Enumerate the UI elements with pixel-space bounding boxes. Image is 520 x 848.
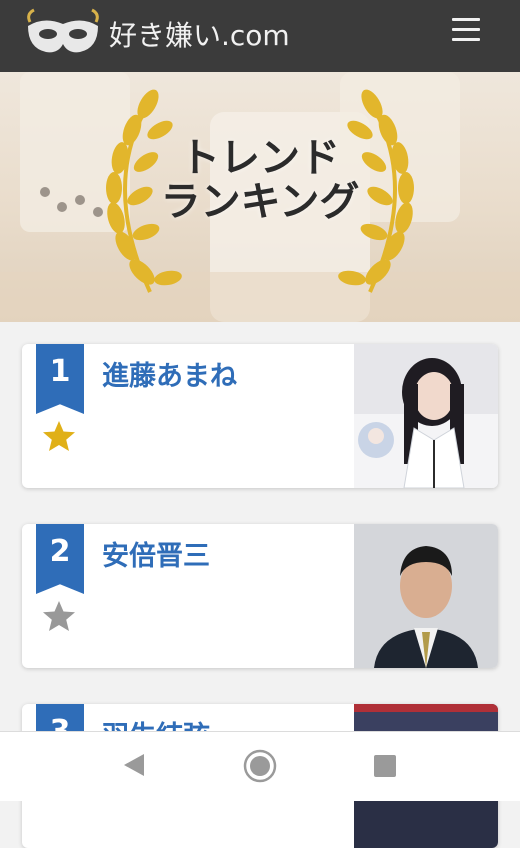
android-nav-bar — [0, 731, 520, 801]
hero-title-line2: ランキング — [160, 179, 360, 225]
home-circle-icon[interactable] — [243, 749, 277, 783]
back-triangle-icon[interactable] — [122, 752, 146, 778]
rank-ribbon: 1 — [36, 344, 84, 414]
rank-ribbon: 2 — [36, 524, 84, 594]
ranking-card-2[interactable]: 2 安倍晋三 — [22, 524, 498, 668]
hero-banner: トレンド ランキング — [0, 72, 520, 322]
hamburger-menu-icon[interactable] — [452, 18, 480, 44]
recents-square-icon[interactable] — [373, 754, 397, 778]
person-photo[interactable] — [354, 524, 498, 668]
ranking-name[interactable]: 進藤あまね — [102, 354, 237, 393]
ranking-card-1[interactable]: 1 進藤あまね — [22, 344, 498, 488]
silver-star-icon — [43, 601, 75, 631]
mask-icon[interactable] — [24, 8, 102, 58]
site-logo-text[interactable]: 好き嫌い.com — [109, 14, 290, 54]
site-header: 好き嫌い.com — [0, 0, 520, 72]
gold-star-icon — [43, 421, 75, 451]
person-photo[interactable] — [354, 344, 498, 488]
ranking-name[interactable]: 安倍晋三 — [102, 534, 210, 573]
hero-title-line1: トレンド — [180, 135, 340, 181]
rank-number: 1 — [49, 354, 71, 389]
rank-number: 2 — [49, 534, 71, 569]
